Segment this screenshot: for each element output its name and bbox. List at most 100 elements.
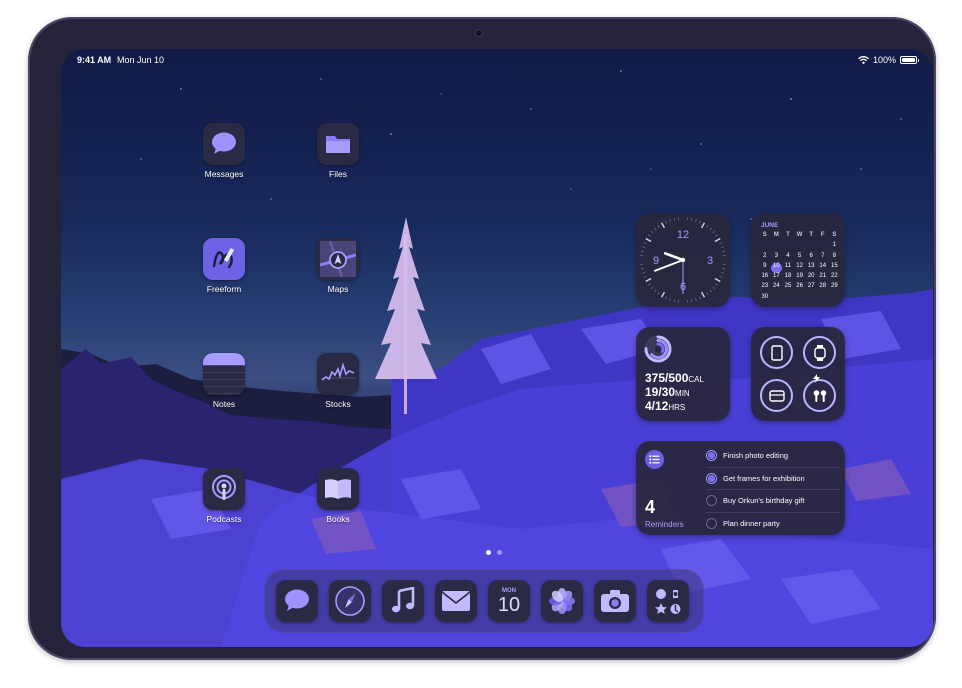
calendar-day [794,242,806,252]
watch-icon [803,336,836,369]
dock-messages[interactable] [276,580,318,622]
calendar-widget[interactable]: JUNE S M T W T F S 1 2 3 4 5 6 7 8 9 10 11 12 13 14 15 16 17 18 1… [751,213,845,307]
clock-tick [720,246,725,249]
reminder-checkbox[interactable] [706,450,717,462]
clock-tick [657,292,660,296]
calendar-month: JUNE [761,222,779,229]
calendar-day-header: S [762,232,767,238]
calendar-day: 1 [832,242,837,249]
clock-tick [653,289,657,293]
reminder-checkbox[interactable] [706,472,717,484]
utilities-folder-icon [655,589,681,614]
reminder-checkbox[interactable] [706,495,717,507]
dock: MON 10 [264,569,704,633]
battery-icon [900,56,919,64]
app-stocks[interactable]: Stocks [308,353,368,409]
calendar-day: 24 [773,283,780,290]
photos-flower-icon [549,588,575,614]
clock-tick [641,246,646,249]
status-bar: 9:41 AM Mon Jun 10 100% [61,55,933,71]
app-label: Notes [212,399,236,409]
app-messages[interactable]: Messages [194,123,254,179]
dock-camera[interactable] [594,580,636,622]
clock-tick [700,222,706,229]
clock-tick [694,218,697,223]
calendar-day [817,242,829,252]
app-label: Books [326,514,350,524]
clock-tick [719,242,723,245]
dock-music[interactable] [382,580,424,622]
clock-numeral: 3 [707,255,713,267]
pencil-case-icon [760,379,793,412]
clock-tick [709,289,713,293]
reminders-list: Finish photo editing Get frames for exhi… [706,445,840,535]
dock-photos[interactable] [541,580,583,622]
clock-tick [640,250,644,253]
calendar-day: 30 [761,293,769,300]
app-maps[interactable]: Maps [308,238,368,294]
app-label: Podcasts [206,514,242,524]
reminder-item[interactable]: Plan dinner party [706,513,840,536]
wifi-icon [858,56,869,64]
reminder-item[interactable]: Finish photo editing [706,445,840,468]
clock-tick [712,230,716,234]
clock-tick [709,227,713,231]
app-label: Messages [204,169,244,179]
page-dot[interactable] [486,550,491,555]
calendar-day [771,242,783,252]
dock-calendar[interactable]: MON 10 [488,580,530,622]
page-dot[interactable] [497,550,502,555]
clock-tick [720,271,725,274]
clock-tick [660,291,666,298]
page-indicator[interactable] [486,550,502,555]
message-bubble-icon [203,123,245,165]
app-label: Maps [327,284,349,294]
app-notes[interactable]: Notes [194,353,254,409]
clock-widget[interactable]: 12 3 6 9 [636,213,730,307]
calendar-day: 9 [763,262,767,269]
clock-tick [714,237,721,243]
clock-tick [640,267,644,270]
clock-tick [700,291,706,298]
calendar-day: 20 [807,273,815,280]
calendar-day-header: S [832,232,837,238]
app-freeform[interactable]: Freeform [194,238,254,294]
calendar-day: 25 [784,283,792,290]
calendar-day: 14 [819,262,827,269]
calendar-day [771,294,783,304]
calendar-day: 13 [807,262,815,269]
clock-tick [653,227,657,231]
home-screen: 9:41 AM Mon Jun 10 100% Messages Files F… [61,49,933,647]
reminder-item[interactable]: Buy Orkun's birthday gift [706,490,840,513]
reminder-checkbox[interactable] [706,518,717,530]
dock-safari[interactable] [329,580,371,622]
clock-minute-hand [653,259,684,272]
calendar-day: 28 [819,283,827,290]
airpods-icon [803,379,836,412]
clock-tick [722,267,726,270]
dock-utilities-folder[interactable] [647,580,689,622]
calendar-day-header: T [809,232,813,238]
reminders-widget[interactable]: 4 Reminders Finish photo editing Get fra… [636,441,845,535]
clock-tick [669,297,672,302]
reminders-count: 4 [645,497,656,517]
clock-tick [714,277,721,283]
calendar-day [759,242,771,252]
clock-tick [641,271,646,274]
app-books[interactable]: Books [308,468,368,524]
calendar-day: 2 [763,252,767,259]
batteries-widget[interactable] [751,327,845,421]
clock-numeral: 12 [677,229,689,241]
clock-tick [706,224,709,228]
reminder-item[interactable]: Get frames for exhibition [706,468,840,490]
app-files[interactable]: Files [308,123,368,179]
calendar-today: 10 [770,262,783,274]
clock-tick [706,292,709,296]
clock-tick [673,299,676,303]
reminders-label: Reminders [645,520,684,529]
app-podcasts[interactable]: Podcasts [194,468,254,524]
dock-mail[interactable] [435,580,477,622]
calendar-day [817,294,829,304]
status-right: 100% [858,55,919,65]
fitness-widget[interactable]: 375/500CAL 19/30MIN 4/12HRS [636,327,730,421]
